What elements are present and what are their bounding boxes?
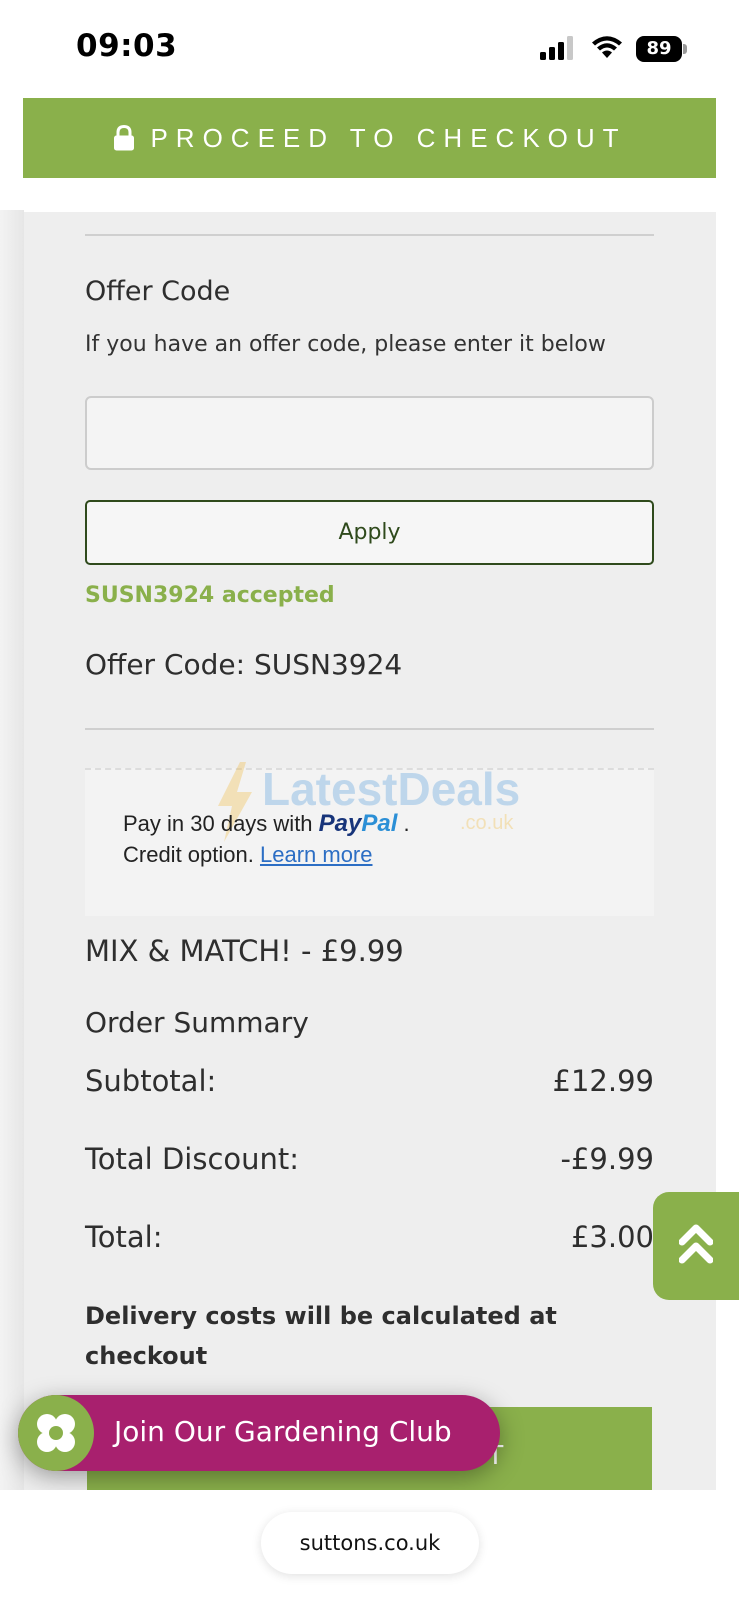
page-edge xyxy=(0,210,24,1490)
summary-value: £12.99 xyxy=(552,1064,654,1098)
learn-more-link[interactable]: Learn more xyxy=(260,842,373,867)
offer-code-input[interactable] xyxy=(85,396,654,470)
paypal-credit-banner: LatestDeals .co.uk Pay in 30 days with P… xyxy=(85,762,654,916)
applied-offer-code: Offer Code: SUSN3924 xyxy=(85,648,403,681)
summary-row-total: Total: £3.00 xyxy=(85,1220,654,1260)
address-bar[interactable]: suttons.co.uk xyxy=(261,1512,479,1574)
summary-label: Subtotal: xyxy=(85,1064,217,1098)
paypal-logo: PayPal xyxy=(319,810,398,837)
flower-icon xyxy=(37,1414,75,1452)
flower-icon-badge xyxy=(18,1395,94,1471)
summary-label: Total Discount: xyxy=(85,1142,300,1176)
checkout-label: PROCEED TO CHECKOUT xyxy=(150,122,627,153)
paypal-line-2-text: Credit option. xyxy=(123,842,254,867)
apply-button[interactable]: Apply xyxy=(85,500,654,565)
summary-label: Total: xyxy=(85,1220,163,1254)
gardening-club-label: Join Our Gardening Club xyxy=(114,1415,452,1448)
clock: 09:03 xyxy=(76,28,178,64)
watermark-text: LatestDeals xyxy=(262,763,521,815)
divider xyxy=(85,234,654,236)
double-chevron-up-icon xyxy=(679,1224,713,1264)
paypal-logo-pay: Pay xyxy=(318,810,362,837)
battery-level: 89 xyxy=(636,36,682,62)
offer-accepted-message: SUSN3924 accepted xyxy=(85,583,335,608)
browser-bar: suttons.co.uk xyxy=(0,1490,739,1600)
gardening-club-button[interactable]: Join Our Gardening Club xyxy=(18,1395,500,1471)
wifi-icon xyxy=(592,36,622,58)
paypal-line-1-suffix: . xyxy=(403,811,410,836)
summary-value: -£9.99 xyxy=(560,1142,655,1176)
scroll-to-top-button[interactable] xyxy=(653,1192,739,1300)
offer-code-description: If you have an offer code, please enter … xyxy=(85,332,606,357)
summary-value: £3.00 xyxy=(570,1220,654,1254)
watermark-subtext: .co.uk xyxy=(460,812,514,834)
paypal-line-1: Pay in 30 days with PayPal . xyxy=(123,810,410,838)
summary-row-discount: Total Discount: -£9.99 xyxy=(85,1142,654,1182)
signal-icon xyxy=(540,36,573,60)
battery-tip xyxy=(683,44,687,54)
lock-icon xyxy=(114,125,135,151)
summary-row-subtotal: Subtotal: £12.99 xyxy=(85,1064,654,1104)
offer-code-title: Offer Code xyxy=(85,276,231,307)
battery-icon: 89 xyxy=(636,36,688,62)
status-bar: 09:03 89 xyxy=(0,0,739,90)
divider xyxy=(85,728,654,730)
paypal-logo-pal: Pal xyxy=(361,810,398,837)
paypal-line-2: Credit option. Learn more xyxy=(123,842,373,868)
proceed-to-checkout-button[interactable]: PROCEED TO CHECKOUT xyxy=(23,98,716,178)
promo-line: MIX & MATCH! - £9.99 xyxy=(85,934,404,968)
order-summary-title: Order Summary xyxy=(85,1006,309,1039)
delivery-note: Delivery costs will be calculated at che… xyxy=(85,1302,557,1370)
paypal-line-1-text: Pay in 30 days with xyxy=(123,811,313,836)
